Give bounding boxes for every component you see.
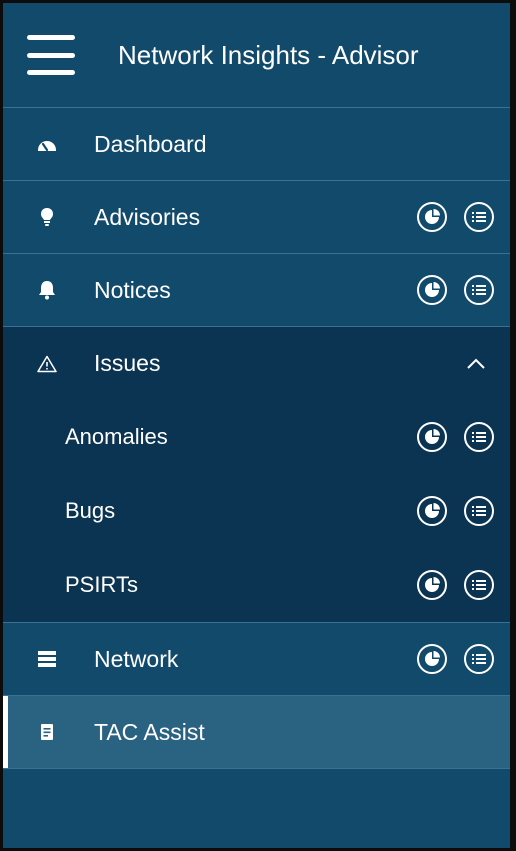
list-view-button[interactable] xyxy=(464,496,494,526)
sidebar-item-label: Advisories xyxy=(94,203,201,230)
sidebar-item-label: Issues xyxy=(94,350,161,376)
pie-chart-view-button[interactable] xyxy=(417,570,447,600)
pie-chart-view-button[interactable] xyxy=(417,496,447,526)
gauge-icon xyxy=(37,134,57,154)
list-view-button[interactable] xyxy=(464,570,494,600)
pie-chart-icon xyxy=(425,651,440,666)
sidebar-item-tac-assist[interactable]: TAC Assist xyxy=(3,696,510,769)
pie-chart-icon xyxy=(425,209,440,224)
document-icon xyxy=(37,722,57,742)
item-actions xyxy=(400,570,494,600)
sidebar-subitem-label: Anomalies xyxy=(65,424,168,449)
sidebar-item-dashboard[interactable]: Dashboard xyxy=(3,108,510,181)
sidebar-header: Network Insights - Advisor xyxy=(3,3,510,108)
list-icon xyxy=(472,432,486,442)
lightbulb-icon xyxy=(37,207,57,227)
sidebar-item-advisories[interactable]: Advisories xyxy=(3,181,510,254)
pie-chart-view-button[interactable] xyxy=(417,202,447,232)
list-icon xyxy=(472,285,486,295)
list-view-button[interactable] xyxy=(464,275,494,305)
pie-chart-icon xyxy=(425,503,440,518)
chevron-up-icon[interactable] xyxy=(466,354,486,374)
item-actions xyxy=(400,496,494,526)
hamburger-menu-icon[interactable] xyxy=(27,35,75,75)
pie-chart-icon xyxy=(425,577,440,592)
list-icon xyxy=(472,506,486,516)
issues-group: Issues Anomalies Bugs PSIRTs xyxy=(3,327,510,623)
server-list-icon xyxy=(37,649,57,669)
sidebar-subitem-anomalies[interactable]: Anomalies xyxy=(3,400,510,474)
sidebar-item-label: Dashboard xyxy=(94,130,207,157)
list-icon xyxy=(472,212,486,222)
sidebar-item-network[interactable]: Network xyxy=(3,623,510,696)
sidebar-panel: Network Insights - Advisor Dashboard Adv… xyxy=(0,0,516,851)
pie-chart-view-button[interactable] xyxy=(417,644,447,674)
sidebar-subitem-psirts[interactable]: PSIRTs xyxy=(3,548,510,622)
item-actions xyxy=(400,644,494,674)
sidebar-item-notices[interactable]: Notices xyxy=(3,254,510,327)
list-view-button[interactable] xyxy=(464,422,494,452)
sidebar-item-issues[interactable]: Issues xyxy=(3,327,510,400)
item-actions xyxy=(400,275,494,305)
pie-chart-view-button[interactable] xyxy=(417,422,447,452)
warning-triangle-icon xyxy=(37,354,57,374)
app-title: Network Insights - Advisor xyxy=(118,39,419,70)
sidebar-subitem-bugs[interactable]: Bugs xyxy=(3,474,510,548)
pie-chart-icon xyxy=(425,429,440,444)
sidebar-subitem-label: Bugs xyxy=(65,498,116,523)
sidebar-item-label: Network xyxy=(94,645,179,672)
sidebar-item-label: TAC Assist xyxy=(94,718,205,745)
pie-chart-view-button[interactable] xyxy=(417,275,447,305)
sidebar-subitem-label: PSIRTs xyxy=(65,572,138,597)
bell-icon xyxy=(37,280,57,300)
list-view-button[interactable] xyxy=(464,202,494,232)
active-indicator xyxy=(3,696,8,768)
item-actions xyxy=(400,202,494,232)
list-view-button[interactable] xyxy=(464,644,494,674)
sidebar-item-label: Notices xyxy=(94,276,171,303)
list-icon xyxy=(472,654,486,664)
list-icon xyxy=(472,580,486,590)
item-actions xyxy=(400,422,494,452)
pie-chart-icon xyxy=(425,282,440,297)
